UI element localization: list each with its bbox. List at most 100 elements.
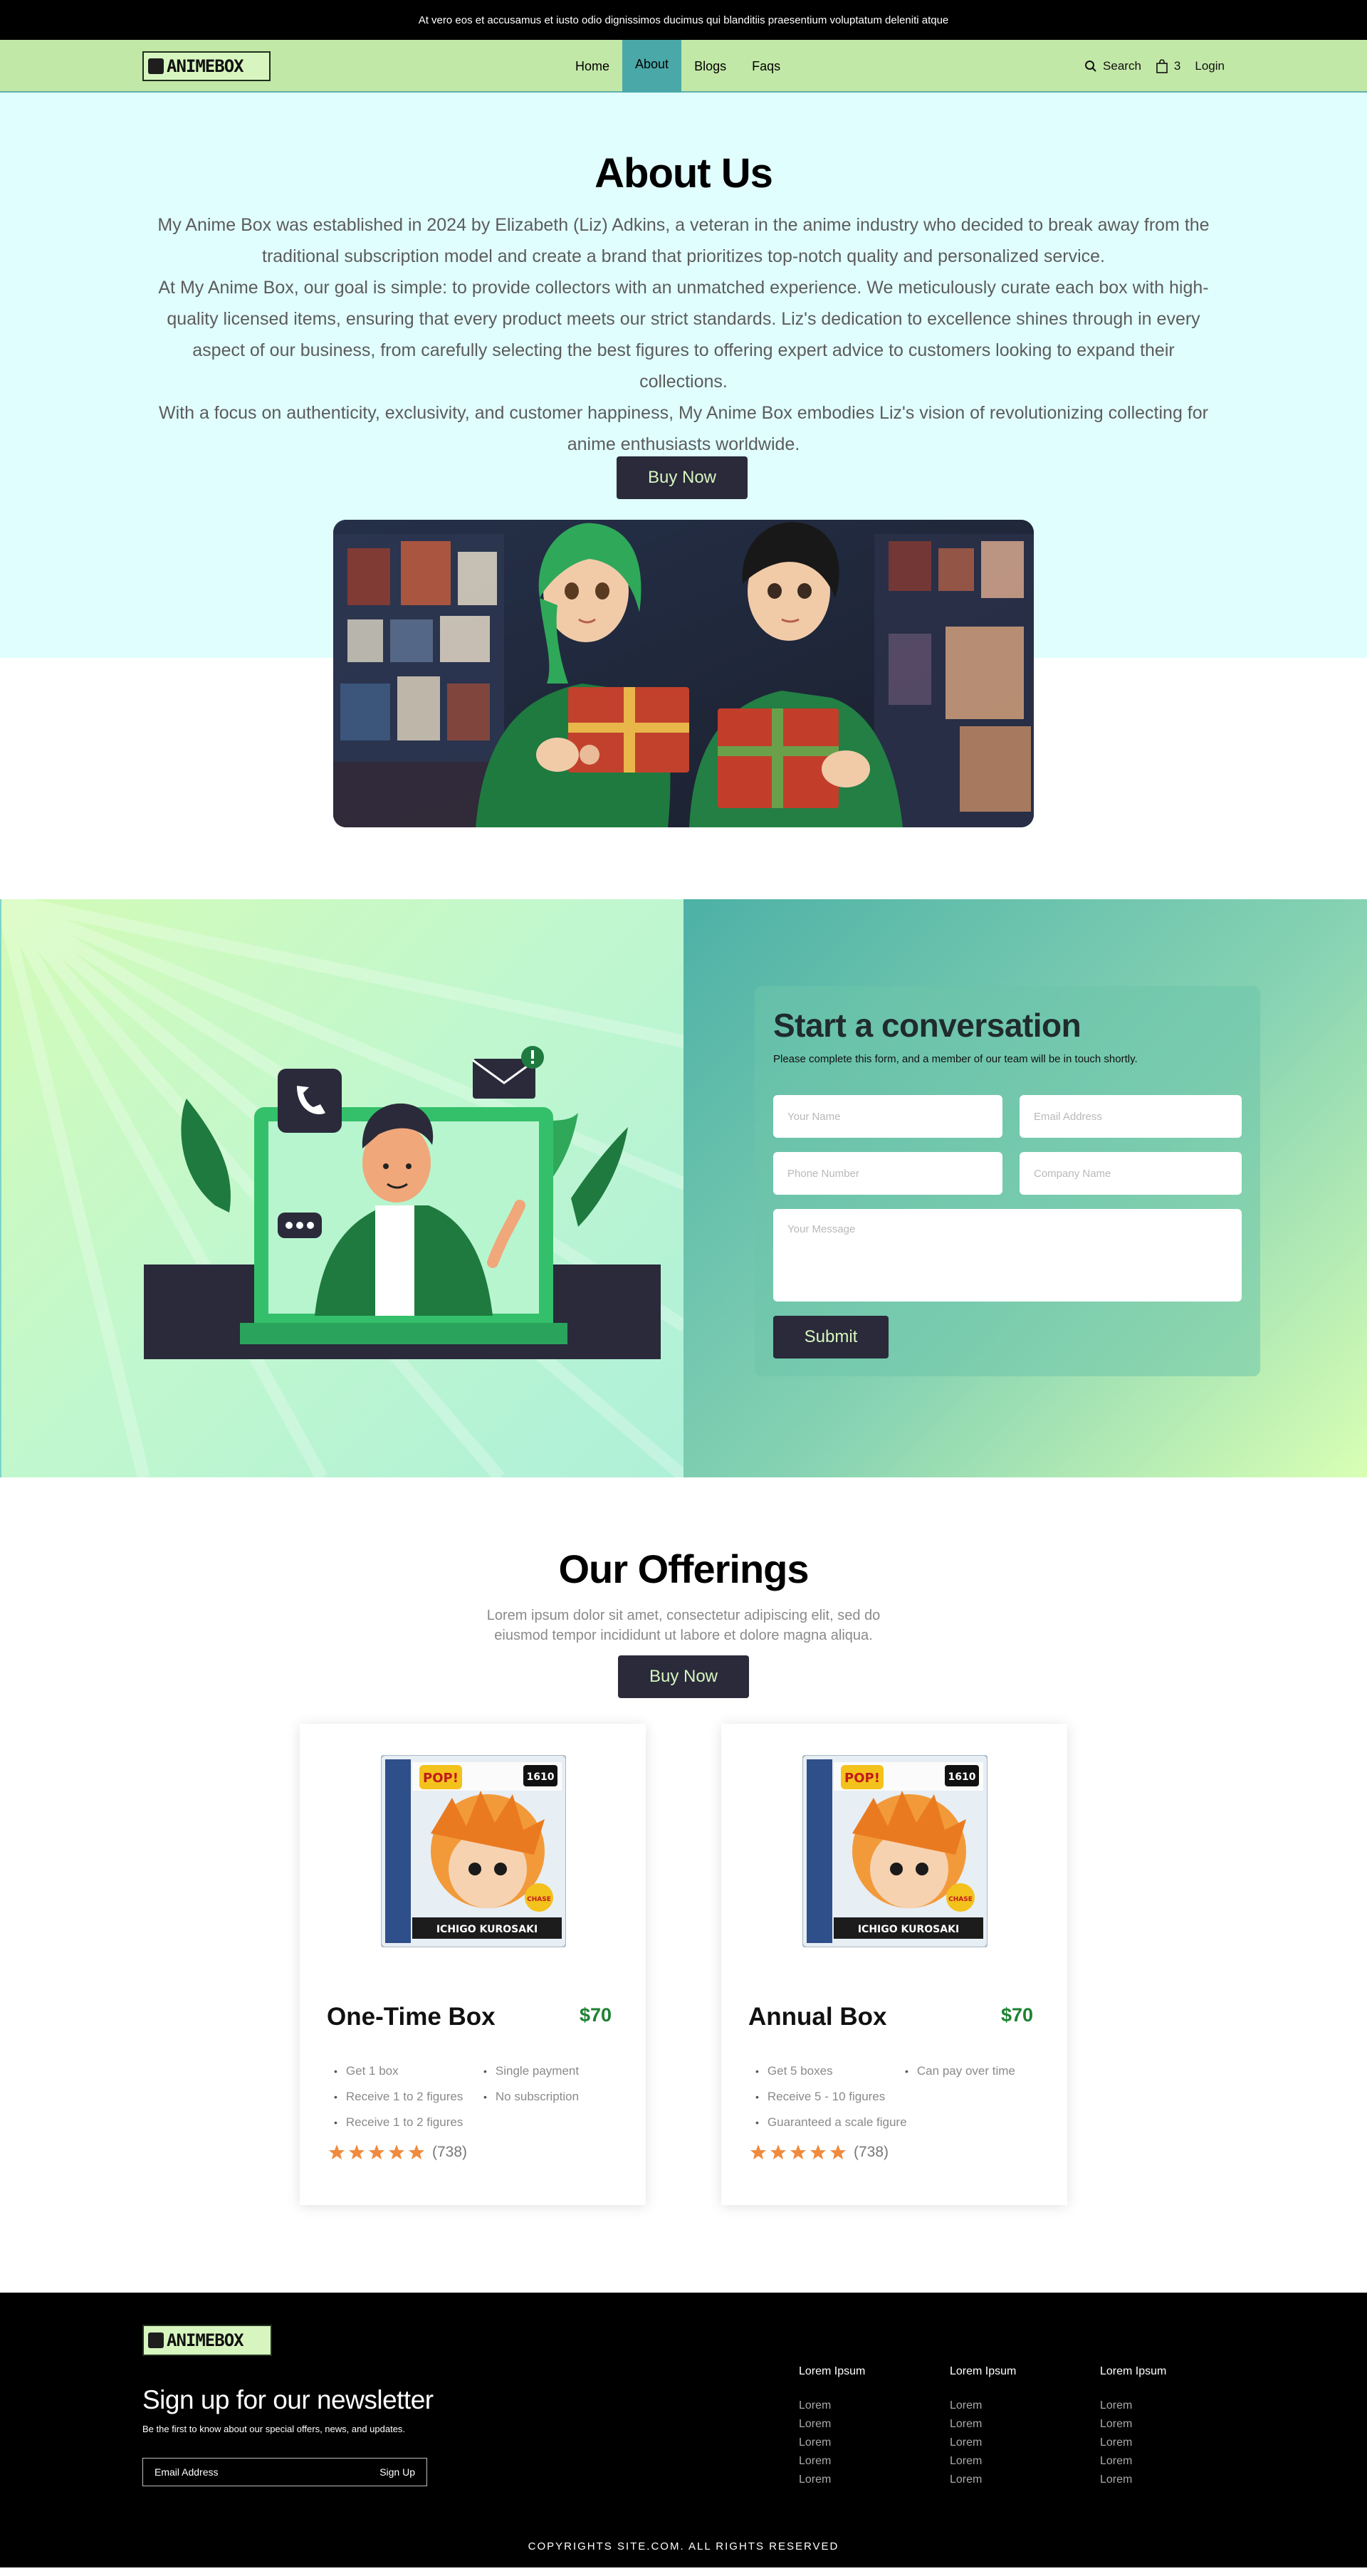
footer-link[interactable]: Lorem [1100, 2415, 1166, 2434]
about-buy-now-button[interactable]: Buy Now [617, 456, 748, 499]
newsletter-form: Email Address Sign Up [142, 2458, 427, 2486]
contact-panel: Start a conversation Please complete thi… [684, 899, 1367, 1477]
footer-link[interactable]: Lorem [950, 2471, 1016, 2489]
footer-link[interactable]: Lorem [799, 2434, 865, 2452]
newsletter-signup-button[interactable]: Sign Up [379, 2466, 415, 2478]
product-features-left: Get 1 box Receive 1 to 2 figures Receive… [334, 2058, 463, 2135]
footer-link[interactable]: Lorem [799, 2397, 865, 2415]
about-paragraph-2: At My Anime Box, our goal is simple: to … [158, 278, 1209, 392]
newsletter-subtitle: Be the first to know about our special o… [142, 2424, 406, 2434]
footer-logo[interactable]: ANIMEBOX [142, 2325, 272, 2356]
box-character-text: ICHIGO KUROSAKI [436, 1924, 538, 1935]
nav-item-faqs[interactable]: Faqs [739, 40, 793, 93]
feature-item: Receive 1 to 2 figures [334, 2084, 463, 2110]
logo-mark [148, 2332, 164, 2348]
footer-link[interactable]: Lorem [950, 2452, 1016, 2471]
logo-text: ANIMEBOX [167, 2330, 244, 2350]
box-number-text: 1610 [948, 1771, 976, 1783]
product-card-annual[interactable]: POP! 1610 CHASE ICHIGO KUROSAKI Annual B… [721, 1724, 1067, 2205]
logo-mark [148, 58, 164, 74]
star-icon [389, 2145, 404, 2159]
phone-icon [278, 1069, 342, 1133]
footer-link[interactable]: Lorem [950, 2415, 1016, 2434]
about-section: About Us My Anime Box was established in… [0, 93, 1367, 899]
star-icon [750, 2145, 766, 2159]
about-paragraph-3: With a focus on authenticity, exclusivit… [159, 403, 1208, 454]
footer-column-title: Lorem Ipsum [799, 2365, 866, 2377]
review-count: (738) [432, 2144, 468, 2160]
about-title: About Us [595, 150, 773, 197]
cart-bag-icon [1156, 59, 1168, 73]
main-nav: ANIMEBOX Home About Blogs Faqs Search 3 … [0, 40, 1367, 108]
feature-item: No subscription [483, 2084, 579, 2110]
support-illustration [0, 899, 684, 1477]
logo-text: ANIMEBOX [167, 56, 244, 76]
footer-link[interactable]: Lorem [1100, 2434, 1166, 2452]
about-text: My Anime Box was established in 2024 by … [150, 209, 1217, 460]
footer-link[interactable]: Lorem [950, 2434, 1016, 2452]
offerings-lead: Lorem ipsum dolor sit amet, consectetur … [486, 1608, 881, 1643]
cart-button[interactable]: 3 [1156, 59, 1180, 73]
product-name: Annual Box [748, 2003, 887, 2031]
footer-link[interactable]: Lorem [1100, 2471, 1166, 2489]
product-rating: (738) [328, 2144, 467, 2161]
contact-subtitle: Please complete this form, and a member … [773, 1053, 1138, 1065]
name-field[interactable]: Your Name [773, 1095, 1002, 1138]
offerings-buy-now-button[interactable]: Buy Now [618, 1655, 749, 1698]
feature-item: Single payment [483, 2058, 579, 2084]
footer-column-1: Lorem Ipsum Lorem Lorem Lorem Lorem Lore… [799, 2365, 865, 2489]
product-card-one-time[interactable]: POP! 1610 CHASE ICHIGO KUROSAKI One-Time… [300, 1724, 646, 2205]
star-icon [409, 2145, 424, 2159]
box-number-text: 1610 [527, 1771, 555, 1783]
footer-column-2: Lorem Ipsum Lorem Lorem Lorem Lorem Lore… [950, 2365, 1016, 2489]
footer-link[interactable]: Lorem [799, 2452, 865, 2471]
logo[interactable]: ANIMEBOX [142, 51, 271, 81]
footer-column-title: Lorem Ipsum [950, 2365, 1017, 2377]
phone-field[interactable]: Phone Number [773, 1152, 1002, 1195]
box-sticker-text: CHASE [948, 1896, 973, 1903]
star-icon [810, 2145, 826, 2159]
star-icon [349, 2145, 365, 2159]
announcement-text: At vero eos et accusamus et iusto odio d… [418, 14, 949, 26]
star-icon [329, 2145, 345, 2159]
product-image: POP! 1610 CHASE ICHIGO KUROSAKI [381, 1755, 566, 1947]
contact-form: Start a conversation Please complete thi… [755, 986, 1260, 1376]
footer-column-3: Lorem Ipsum Lorem Lorem Lorem Lorem Lore… [1100, 2365, 1166, 2489]
message-field[interactable]: Your Message [773, 1209, 1242, 1302]
login-link[interactable]: Login [1195, 59, 1225, 73]
footer-link[interactable]: Lorem [799, 2471, 865, 2489]
product-features-right: Can pay over time [905, 2058, 1015, 2084]
nav-item-blogs[interactable]: Blogs [681, 40, 739, 93]
footer-link[interactable]: Lorem [950, 2397, 1016, 2415]
product-rating: (738) [750, 2144, 889, 2161]
box-sticker-text: CHASE [527, 1896, 551, 1903]
star-icon [790, 2145, 806, 2159]
box-brand-text: POP! [423, 1771, 459, 1786]
feature-item: Can pay over time [905, 2058, 1015, 2084]
about-paragraph-1: My Anime Box was established in 2024 by … [157, 215, 1210, 266]
product-price: $70 [579, 2004, 612, 2026]
footer-column-title: Lorem Ipsum [1100, 2365, 1167, 2377]
star-icon [770, 2145, 786, 2159]
nav-actions: Search 3 Login [1084, 40, 1225, 93]
product-features-right: Single payment No subscription [483, 2058, 579, 2110]
footer-link[interactable]: Lorem [1100, 2452, 1166, 2471]
search-button[interactable]: Search [1084, 59, 1141, 73]
offerings-section: Our Offerings Lorem ipsum dolor sit amet… [0, 1477, 1367, 2293]
company-field[interactable]: Company Name [1020, 1152, 1242, 1195]
submit-button[interactable]: Submit [773, 1316, 889, 1358]
feature-item: Get 1 box [334, 2058, 463, 2084]
offerings-title: Our Offerings [558, 1546, 809, 1591]
contact-title: Start a conversation [773, 1007, 1081, 1044]
email-field[interactable]: Email Address [1020, 1095, 1242, 1138]
footer-link[interactable]: Lorem [1100, 2397, 1166, 2415]
newsletter-title: Sign up for our newsletter [142, 2385, 434, 2414]
cart-count: 3 [1173, 59, 1181, 73]
star-icon [369, 2145, 384, 2159]
nav-menu: Home About Blogs Faqs [562, 40, 793, 108]
search-label: Search [1103, 59, 1141, 73]
nav-item-home[interactable]: Home [562, 40, 622, 93]
newsletter-email-input[interactable]: Email Address [154, 2466, 218, 2478]
footer-link[interactable]: Lorem [799, 2415, 865, 2434]
feature-item: Receive 1 to 2 figures [334, 2110, 463, 2135]
